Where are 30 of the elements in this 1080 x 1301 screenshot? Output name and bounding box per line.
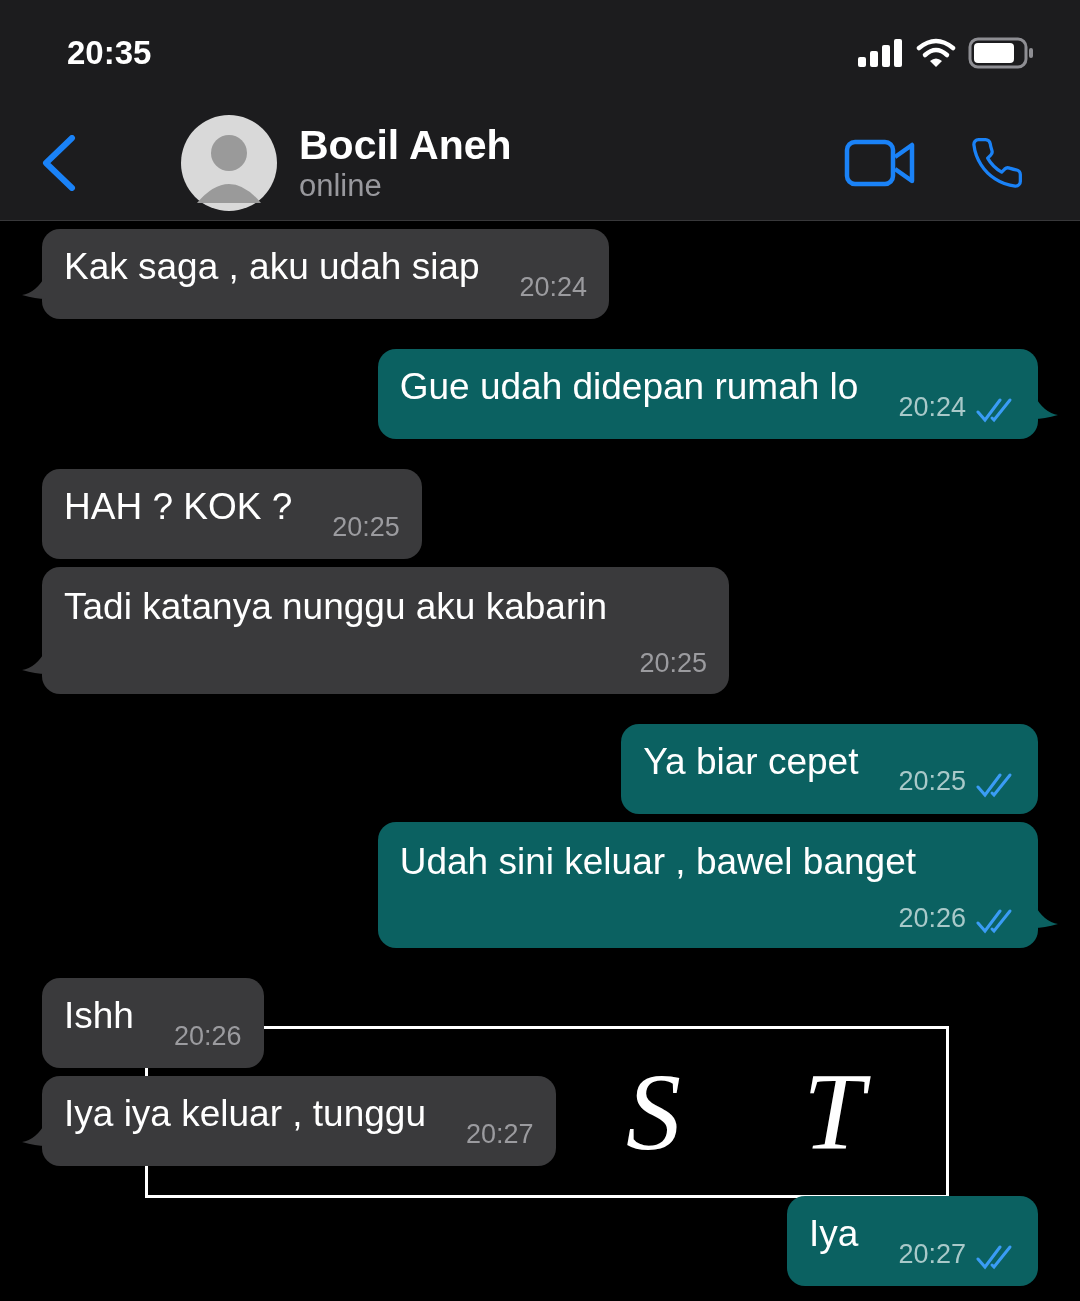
message-text: Tadi katanya nunggu aku kabarin: [64, 585, 609, 629]
message-text: Gue udah didepan rumah lo: [399, 365, 859, 409]
battery-icon: [968, 37, 1034, 69]
message-time: 20:27: [466, 1117, 534, 1151]
message-time: 20:24: [519, 270, 588, 304]
message-time: 20:25: [639, 647, 708, 680]
message-time: 20:26: [173, 1019, 242, 1053]
avatar[interactable]: [181, 115, 277, 211]
message-text: HAH ? KOK ?: [64, 485, 293, 529]
message-time: 20:25: [898, 765, 966, 798]
message-time: 20:24: [898, 390, 966, 424]
message-time: 20:25: [332, 510, 400, 544]
video-camera-icon: [844, 139, 916, 187]
signal-icon: [858, 39, 904, 67]
title-letter: S: [625, 1052, 682, 1172]
status-time: 20:35: [67, 33, 152, 74]
back-chevron-icon: [40, 135, 76, 191]
message-text: Udah sini keluar , bawel banget: [399, 839, 917, 884]
message-text: Iya: [809, 1212, 859, 1256]
video-call-button[interactable]: [844, 139, 916, 187]
contact-name: Bocil Aneh: [299, 122, 512, 168]
wifi-icon: [916, 38, 956, 68]
message-time: 20:27: [898, 1237, 966, 1271]
title-letter: T: [799, 1052, 879, 1172]
message-text: Ishh: [64, 994, 134, 1038]
message-text: Ya biar cepet: [643, 739, 859, 784]
message-time: 20:26: [898, 901, 966, 935]
contact-status: online: [299, 168, 383, 204]
message-text: Iya iya keluar , tunggu: [64, 1092, 426, 1136]
message-text: Kak saga , aku udah siap: [64, 245, 480, 289]
